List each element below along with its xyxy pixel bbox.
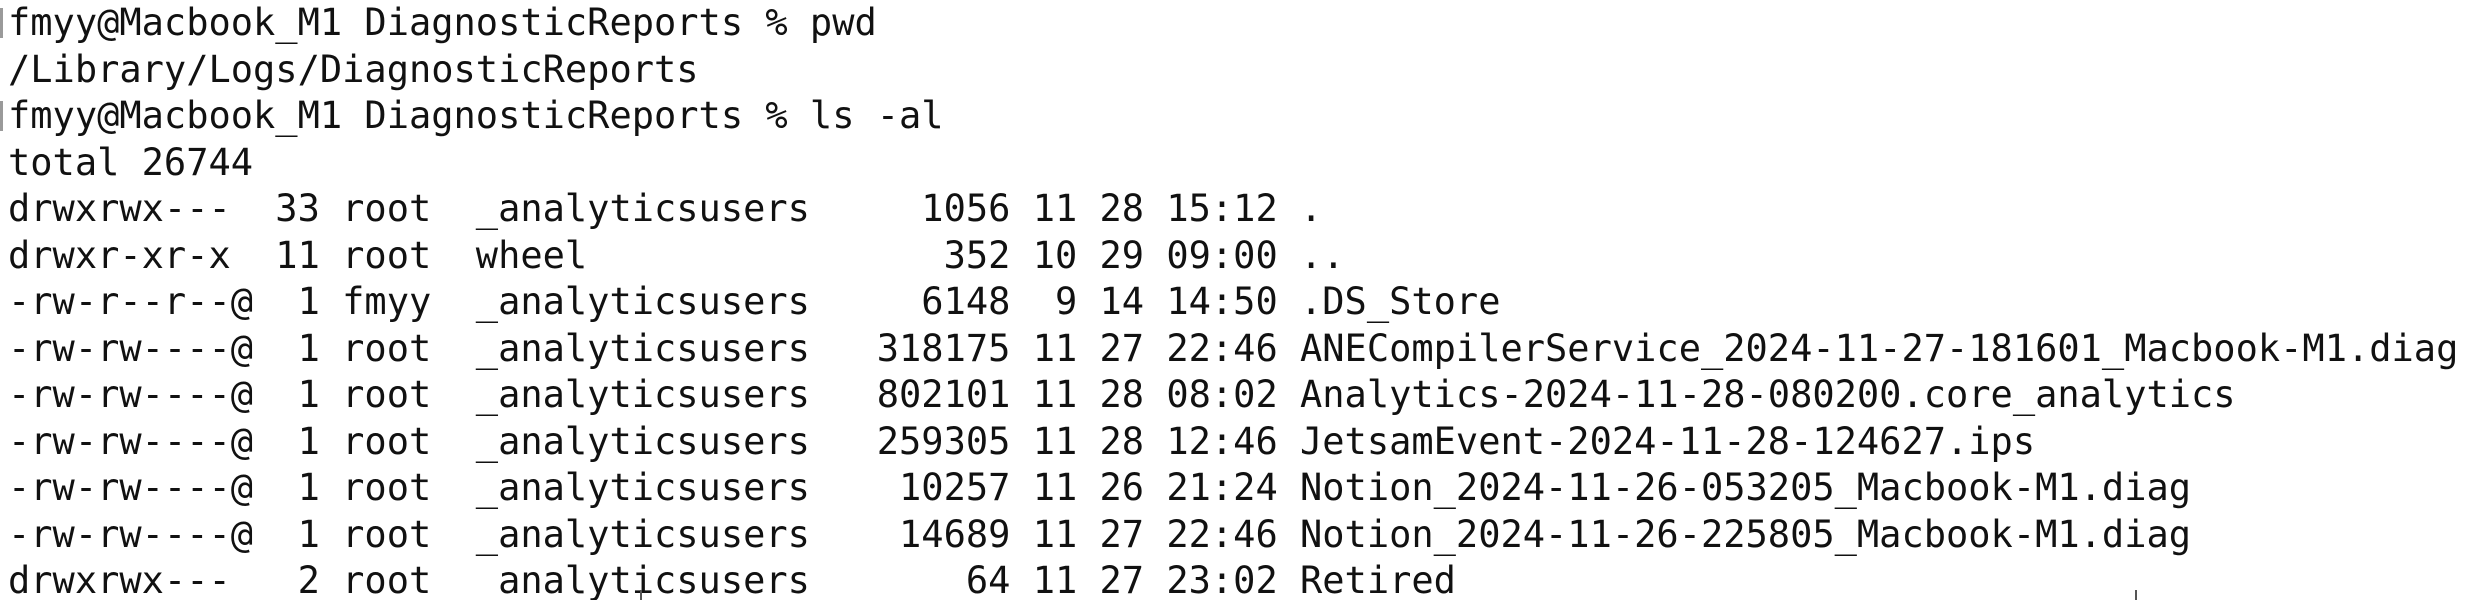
prompt-line: fmyy@Macbook_M1 DiagnosticReports % pwd [8,1,877,44]
output-line: /Library/Logs/DiagnosticReports [8,47,699,91]
listing-row: -rw-r--r--@ 1 fmyy _analyticsusers 6148 … [8,280,1501,323]
output-line: total 26744 [8,140,254,184]
listing-row: drwxr-xr-x 11 root wheel 352 10 29 09:00… [8,233,1345,277]
clipped-glyph [2135,590,2137,600]
listing-row: -rw-rw----@ 1 root _analyticsusers 10257… [8,466,2192,509]
listing-row: -rw-rw----@ 1 root _analyticsusers 25930… [8,419,2036,463]
prompt-marker-icon [0,101,3,131]
directory-listing: drwxrwx--- 33 root _analyticsusers 1056 … [8,186,2472,600]
prompt-line: fmyy@Macbook_M1 DiagnosticReports % ls -… [8,94,944,137]
terminal-window[interactable]: fmyy@Macbook_M1 DiagnosticReports % pwd … [0,0,2472,600]
listing-row: drwxrwx--- 33 root _analyticsusers 1056 … [8,187,1323,230]
clipped-glyph [640,590,642,600]
listing-row: -rw-rw----@ 1 root _analyticsusers 14689… [8,512,2192,556]
listing-row: -rw-rw----@ 1 root _analyticsusers 80210… [8,373,2236,416]
prompt-marker-icon [0,8,3,38]
listing-row: -rw-rw----@ 1 root _analyticsusers 31817… [8,326,2459,370]
clipped-next-line [0,586,2472,600]
